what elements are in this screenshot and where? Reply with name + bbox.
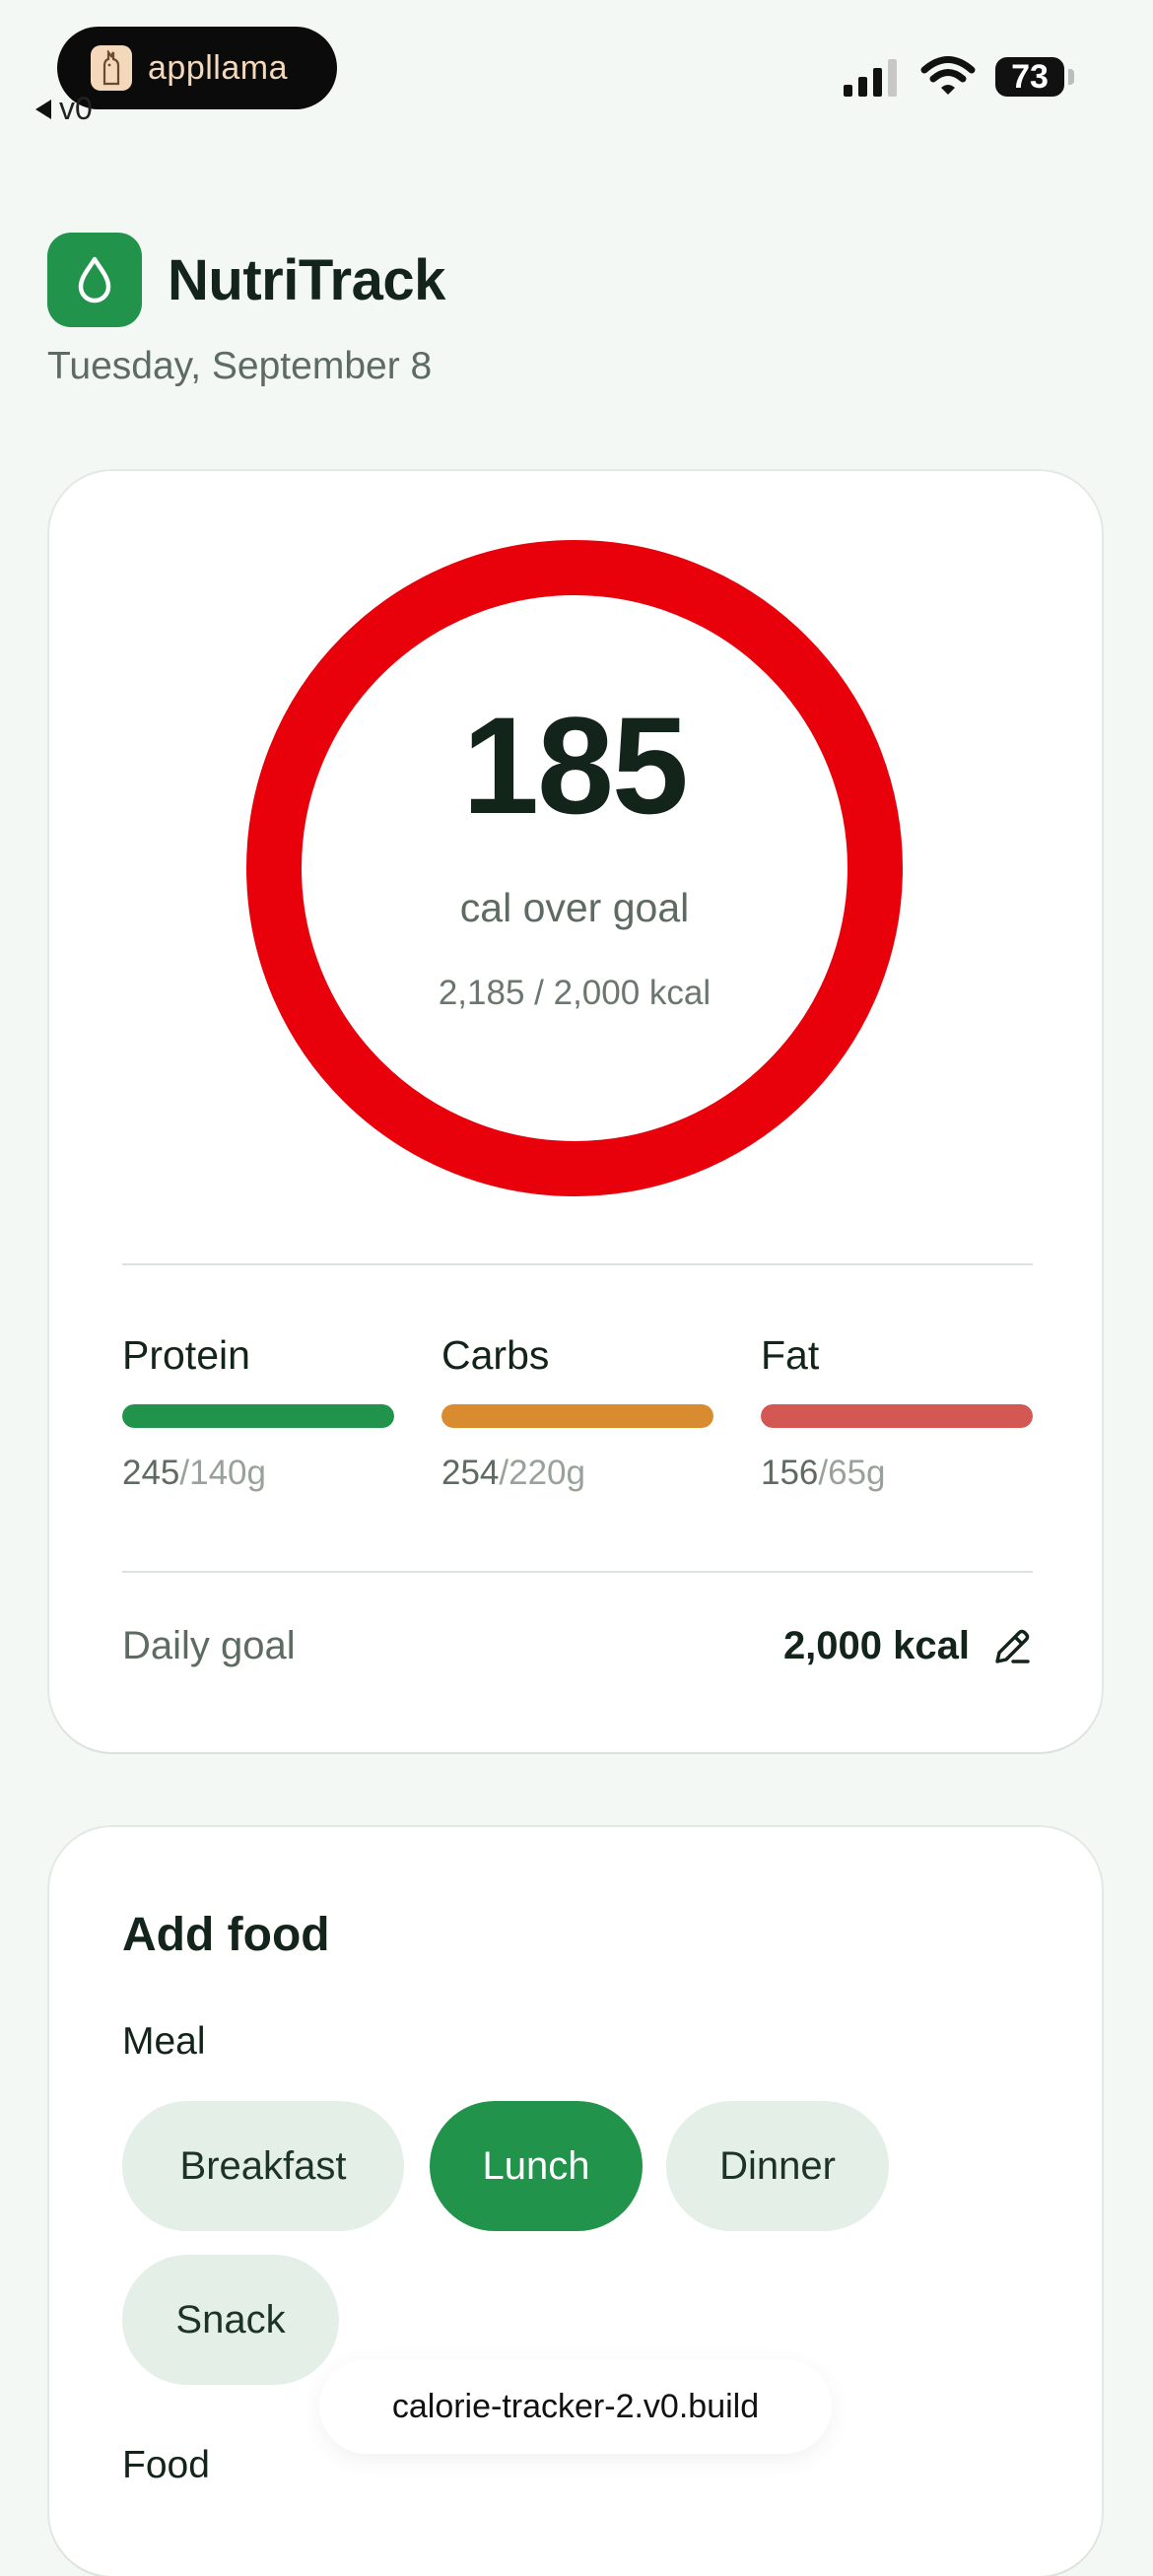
macro-value: 254/220g bbox=[441, 1454, 713, 1493]
divider bbox=[122, 1263, 1033, 1265]
current-date: Tuesday, September 8 bbox=[47, 345, 433, 387]
macro-label: Carbs bbox=[441, 1332, 550, 1378]
macro-bar-fill bbox=[122, 1404, 394, 1428]
app-header: NutriTrack bbox=[47, 233, 445, 327]
back-label: v0 bbox=[59, 91, 93, 126]
battery-tip bbox=[1068, 69, 1074, 85]
calories-over-label: cal over goal bbox=[459, 885, 690, 930]
daily-goal-row: Daily goal 2,000 kcal bbox=[122, 1624, 1033, 1668]
daily-goal-value: 2,000 kcal bbox=[782, 1624, 970, 1667]
ring-center: 185 cal over goal 2,185 / 2,000 kcal bbox=[246, 540, 903, 1196]
macro-current: 156 bbox=[761, 1454, 819, 1492]
macro-current: 254 bbox=[441, 1454, 500, 1492]
divider bbox=[122, 1571, 1033, 1573]
macro-bar-track bbox=[761, 1404, 1033, 1428]
cellular-signal-icon bbox=[844, 59, 897, 97]
meal-chip-breakfast[interactable]: Breakfast bbox=[122, 2101, 404, 2231]
battery-level: 73 bbox=[1011, 57, 1049, 96]
battery-indicator: 73 bbox=[995, 57, 1064, 97]
macro-fat: Fat 156/65g bbox=[761, 1332, 1033, 1493]
macro-goal: /140g bbox=[179, 1454, 266, 1492]
add-food-title: Add food bbox=[122, 1909, 330, 1961]
status-bar: appllama v0 73 bbox=[0, 0, 1153, 148]
appllama-badge[interactable]: appllama bbox=[57, 27, 337, 109]
macro-label: Protein bbox=[122, 1332, 250, 1378]
macro-carbs: Carbs 254/220g bbox=[441, 1332, 713, 1493]
add-food-card: Add food Meal Breakfast Lunch Dinner Sna… bbox=[49, 1827, 1102, 2576]
edit-pencil-icon[interactable] bbox=[991, 1626, 1033, 1667]
meal-chip-dinner[interactable]: Dinner bbox=[666, 2101, 889, 2231]
water-drop-icon bbox=[47, 233, 142, 327]
app-title: NutriTrack bbox=[168, 247, 445, 312]
calories-over-value: 185 bbox=[462, 688, 689, 843]
macro-goal: /220g bbox=[499, 1454, 585, 1492]
daily-goal-label: Daily goal bbox=[122, 1624, 296, 1667]
macro-protein: Protein 245/140g bbox=[122, 1332, 394, 1493]
build-url-toast[interactable]: calorie-tracker-2.v0.build bbox=[319, 2359, 832, 2454]
food-label: Food bbox=[122, 2444, 210, 2486]
daily-goal-edit[interactable]: 2,000 kcal bbox=[783, 1624, 1033, 1668]
appllama-brand-text: appllama bbox=[148, 48, 288, 87]
macro-bar-track bbox=[441, 1404, 713, 1428]
macro-label: Fat bbox=[761, 1332, 820, 1378]
macro-goal: /65g bbox=[818, 1454, 886, 1492]
macro-bar-track bbox=[122, 1404, 394, 1428]
back-to-v0-link[interactable]: v0 bbox=[35, 91, 93, 127]
macro-current: 245 bbox=[122, 1454, 180, 1492]
wifi-icon bbox=[920, 56, 976, 95]
macro-bar-fill bbox=[761, 1404, 1033, 1428]
back-arrow-icon bbox=[35, 99, 51, 119]
meal-chip-snack[interactable]: Snack bbox=[122, 2255, 339, 2385]
meal-label: Meal bbox=[122, 2020, 206, 2063]
macro-value: 156/65g bbox=[761, 1454, 1033, 1493]
meal-chip-lunch[interactable]: Lunch bbox=[430, 2101, 643, 2231]
macro-bar-fill bbox=[441, 1404, 713, 1428]
llama-logo-icon bbox=[91, 45, 132, 91]
calories-consumed-text: 2,185 / 2,000 kcal bbox=[438, 974, 712, 1012]
calorie-summary-card: 185 cal over goal 2,185 / 2,000 kcal Pro… bbox=[49, 471, 1102, 1752]
macro-value: 245/140g bbox=[122, 1454, 394, 1493]
